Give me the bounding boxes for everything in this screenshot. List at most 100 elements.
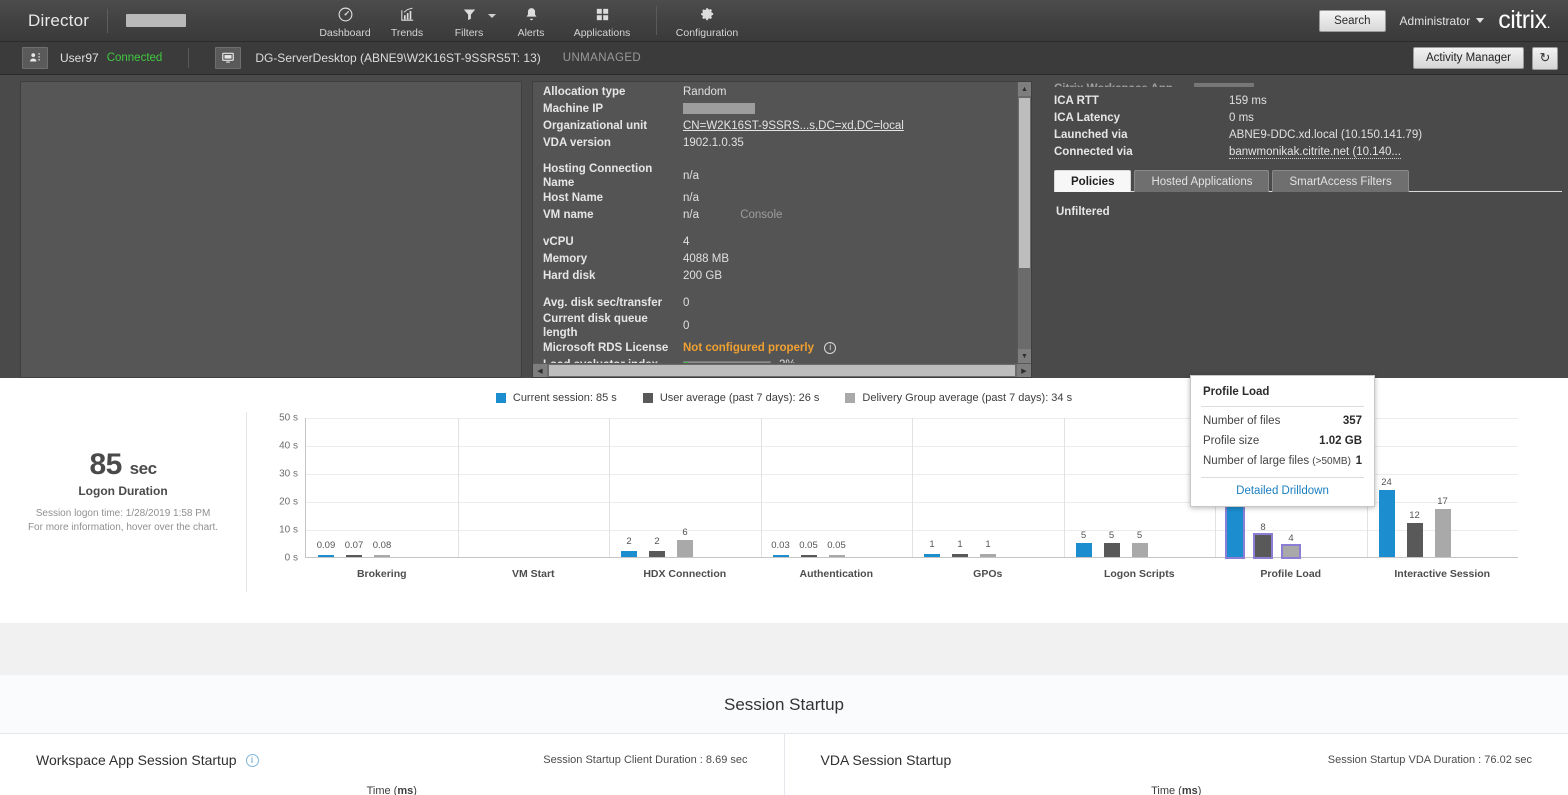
- console-link[interactable]: Console: [740, 209, 782, 221]
- administrator-menu[interactable]: Administrator: [1400, 14, 1485, 28]
- chart-bar-column[interactable]: [498, 418, 514, 557]
- nav-item-applications[interactable]: Applications: [562, 0, 642, 41]
- chart-bar-column[interactable]: 1: [924, 418, 940, 557]
- detail-value: 200 GB: [683, 268, 1031, 285]
- organizational-unit-link[interactable]: CN=W2K16ST-9SSRS...s,DC=xd,DC=local: [683, 120, 904, 132]
- chart-category-label: Interactive Session: [1367, 557, 1519, 580]
- chart-group-authentication[interactable]: 0.030.050.05Authentication: [761, 418, 913, 557]
- chart-y-tick: 40 s: [279, 441, 298, 452]
- detail-row: Connected via banwmonikak.citrite.net (1…: [1054, 144, 1568, 161]
- chart-y-tick: 0 s: [285, 553, 298, 564]
- chart-bar-column[interactable]: 0.05: [801, 418, 817, 557]
- chart-group-gpos[interactable]: 111GPOs: [912, 418, 1064, 557]
- detail-key: Memory: [543, 251, 683, 268]
- scroll-up-icon[interactable]: ▲: [1018, 82, 1031, 96]
- nav-item-alerts[interactable]: Alerts: [500, 0, 562, 41]
- tab-hosted-applications[interactable]: Hosted Applications: [1134, 170, 1269, 192]
- chart-group-interactive-session[interactable]: 241217Interactive Session: [1367, 418, 1519, 557]
- chart-bar-column[interactable]: 0.08: [374, 418, 390, 557]
- nav-label-dashboard: Dashboard: [319, 27, 370, 39]
- detail-key: Hard disk: [543, 268, 683, 285]
- chart-bar-column[interactable]: 0.07: [346, 418, 362, 557]
- scroll-thumb-horizontal[interactable]: [549, 365, 1015, 376]
- scroll-right-icon[interactable]: ▶: [1017, 364, 1031, 377]
- nav-label-alerts: Alerts: [518, 27, 545, 39]
- info-icon[interactable]: i: [824, 342, 836, 354]
- detail-value: 0: [683, 318, 1031, 335]
- scroll-down-icon[interactable]: ▼: [1018, 349, 1031, 363]
- section-separator: [0, 623, 1568, 675]
- chart-bar-column[interactable]: 2: [621, 418, 637, 557]
- chart-bar[interactable]: [1379, 490, 1395, 557]
- chart-bar-label: 0.08: [373, 540, 392, 551]
- tab-policies[interactable]: Policies: [1054, 170, 1131, 192]
- nav-item-dashboard[interactable]: Dashboard: [314, 0, 376, 41]
- chart-bar-column[interactable]: 12: [1407, 418, 1423, 557]
- detail-row: Allocation type Random: [543, 84, 1031, 101]
- chart-bar-column[interactable]: 1: [952, 418, 968, 557]
- chart-bar[interactable]: [1255, 535, 1271, 557]
- chart-group-vm-start[interactable]: VM Start: [458, 418, 610, 557]
- nav-item-filters[interactable]: Filters: [438, 0, 500, 41]
- chart-bar-column[interactable]: 6: [677, 418, 693, 557]
- axis-suffix: ): [413, 785, 417, 795]
- chart-bar[interactable]: [1283, 546, 1299, 557]
- info-icon[interactable]: i: [246, 754, 259, 767]
- chevron-down-icon[interactable]: [488, 14, 496, 18]
- activity-manager-button[interactable]: Activity Manager: [1413, 47, 1524, 69]
- legend-item-user-average[interactable]: User average (past 7 days): 26 s: [643, 392, 820, 404]
- tab-smartaccess-filters[interactable]: SmartAccess Filters: [1272, 170, 1408, 192]
- chart-bar-column[interactable]: 0.05: [829, 418, 845, 557]
- logon-duration-unit: sec: [130, 459, 157, 478]
- chart-bar[interactable]: [1132, 543, 1148, 557]
- chart-bar-label: 1: [985, 539, 990, 550]
- chart-bar-column[interactable]: 0.09: [318, 418, 334, 557]
- detail-key: Current disk queue length: [543, 312, 683, 340]
- scroll-left-icon[interactable]: ◀: [533, 364, 547, 377]
- chart-bar[interactable]: [1407, 523, 1423, 557]
- chart-bar[interactable]: [677, 540, 693, 557]
- refresh-icon[interactable]: ↻: [1532, 47, 1558, 70]
- chart-bar-label: 6: [682, 527, 687, 538]
- chart-group-brokering[interactable]: 0.090.070.08Brokering: [306, 418, 458, 557]
- detail-value: Random: [683, 84, 1031, 101]
- detail-key: VM name: [543, 207, 683, 224]
- session-machine-name: DG-ServerDesktop (ABNE9\W2K16ST-9SSRS5T:…: [255, 51, 540, 65]
- chart-bar-column[interactable]: 0.03: [773, 418, 789, 557]
- chart-group-hdx-connection[interactable]: 226HDX Connection: [609, 418, 761, 557]
- chart-bar-column[interactable]: 24: [1379, 418, 1395, 557]
- client-duration-label: Session Startup Client Duration : 8.69 s…: [543, 754, 747, 766]
- search-button[interactable]: Search: [1319, 10, 1385, 32]
- chart-bar-column[interactable]: [470, 418, 486, 557]
- chevron-down-icon: [1476, 18, 1484, 23]
- session-startup-title: Session Startup: [0, 675, 1568, 733]
- detail-key: Microsoft RDS License: [543, 340, 683, 357]
- detail-row: Avg. disk sec/transfer 0: [543, 295, 1031, 312]
- details-vertical-scrollbar[interactable]: ▲ ▼: [1017, 82, 1031, 363]
- connected-via-link[interactable]: banwmonikak.citrite.net (10.140...: [1229, 146, 1401, 159]
- nav-label-applications: Applications: [574, 27, 631, 39]
- chart-bar-column[interactable]: 17: [1435, 418, 1451, 557]
- detailed-drilldown-link[interactable]: Detailed Drilldown: [1236, 485, 1329, 497]
- chart-bar-column[interactable]: 5: [1076, 418, 1092, 557]
- chart-bar-column[interactable]: [526, 418, 542, 557]
- legend-item-current-session[interactable]: Current session: 85 s: [496, 392, 617, 404]
- chart-bar-column[interactable]: 5: [1132, 418, 1148, 557]
- chart-bar[interactable]: [1076, 543, 1092, 557]
- nav-item-trends[interactable]: Trends: [376, 0, 438, 41]
- legend-item-delivery-group-average[interactable]: Delivery Group average (past 7 days): 34…: [845, 392, 1072, 404]
- chart-y-tick: 30 s: [279, 469, 298, 480]
- chart-category-label: GPOs: [912, 557, 1064, 580]
- chart-bar[interactable]: [1435, 509, 1451, 557]
- chart-bar-column[interactable]: 2: [649, 418, 665, 557]
- detail-key: Hosting Connection Name: [543, 162, 683, 190]
- scroll-thumb-vertical[interactable]: [1019, 98, 1030, 268]
- details-horizontal-scrollbar[interactable]: ◀ ▶: [533, 363, 1031, 377]
- nav-item-configuration[interactable]: Configuration: [667, 0, 747, 41]
- chart-bar-column[interactable]: 5: [1104, 418, 1120, 557]
- detail-value: 0: [683, 295, 1031, 312]
- chart-bar-column[interactable]: 1: [980, 418, 996, 557]
- vda-session-startup-panel: VDA Session Startup Session Startup VDA …: [784, 734, 1568, 795]
- details-region: Allocation type Random Machine IP Organi…: [0, 75, 1568, 378]
- chart-bar[interactable]: [1104, 543, 1120, 557]
